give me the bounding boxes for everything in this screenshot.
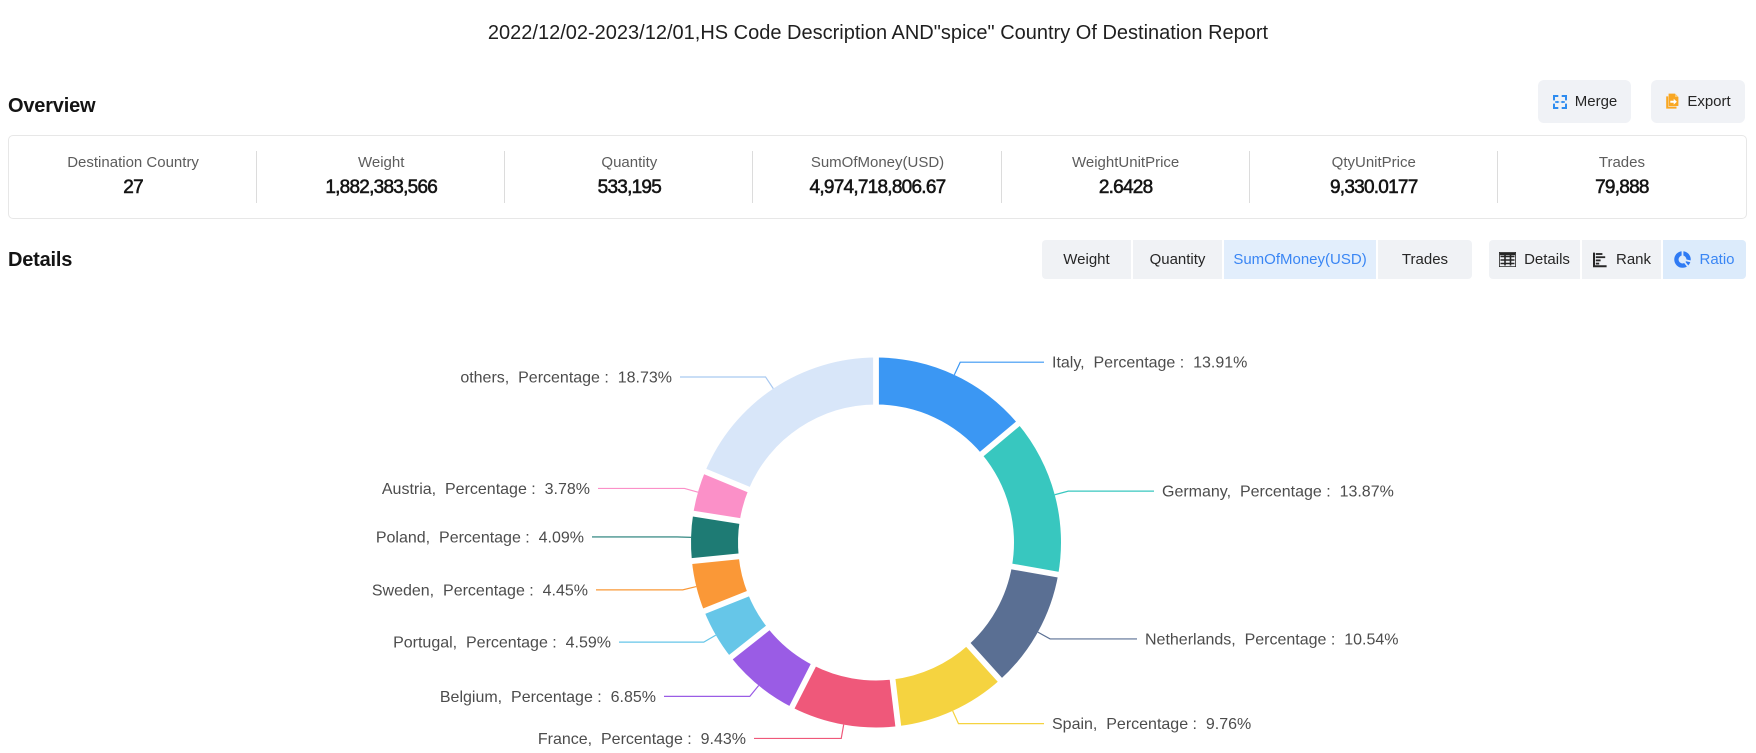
svg-text:France, Percentage : 9.43%: France, Percentage : 9.43% — [538, 731, 746, 748]
svg-text:Spain, Percentage : 9.76%: Spain, Percentage : 9.76% — [1052, 716, 1251, 733]
svg-text:Sweden, Percentage : 4.45%: Sweden, Percentage : 4.45% — [372, 582, 588, 599]
svg-text:Poland, Percentage : 4.09%: Poland, Percentage : 4.09% — [376, 529, 584, 546]
svg-text:Austria, Percentage : 3.78%: Austria, Percentage : 3.78% — [382, 481, 590, 498]
svg-text:Netherlands, Percentage : 10: Netherlands, Percentage : 10.54% — [1145, 631, 1399, 648]
svg-text:Belgium, Percentage : 6.85%: Belgium, Percentage : 6.85% — [440, 689, 656, 706]
svg-text:Italy, Percentage : 13.91%: Italy, Percentage : 13.91% — [1052, 355, 1247, 372]
svg-text:Portugal, Percentage : 4.59%: Portugal, Percentage : 4.59% — [393, 635, 611, 652]
svg-text:others, Percentage : 18.73%: others, Percentage : 18.73% — [460, 369, 672, 386]
svg-text:Germany, Percentage : 13.87%: Germany, Percentage : 13.87% — [1162, 484, 1394, 501]
